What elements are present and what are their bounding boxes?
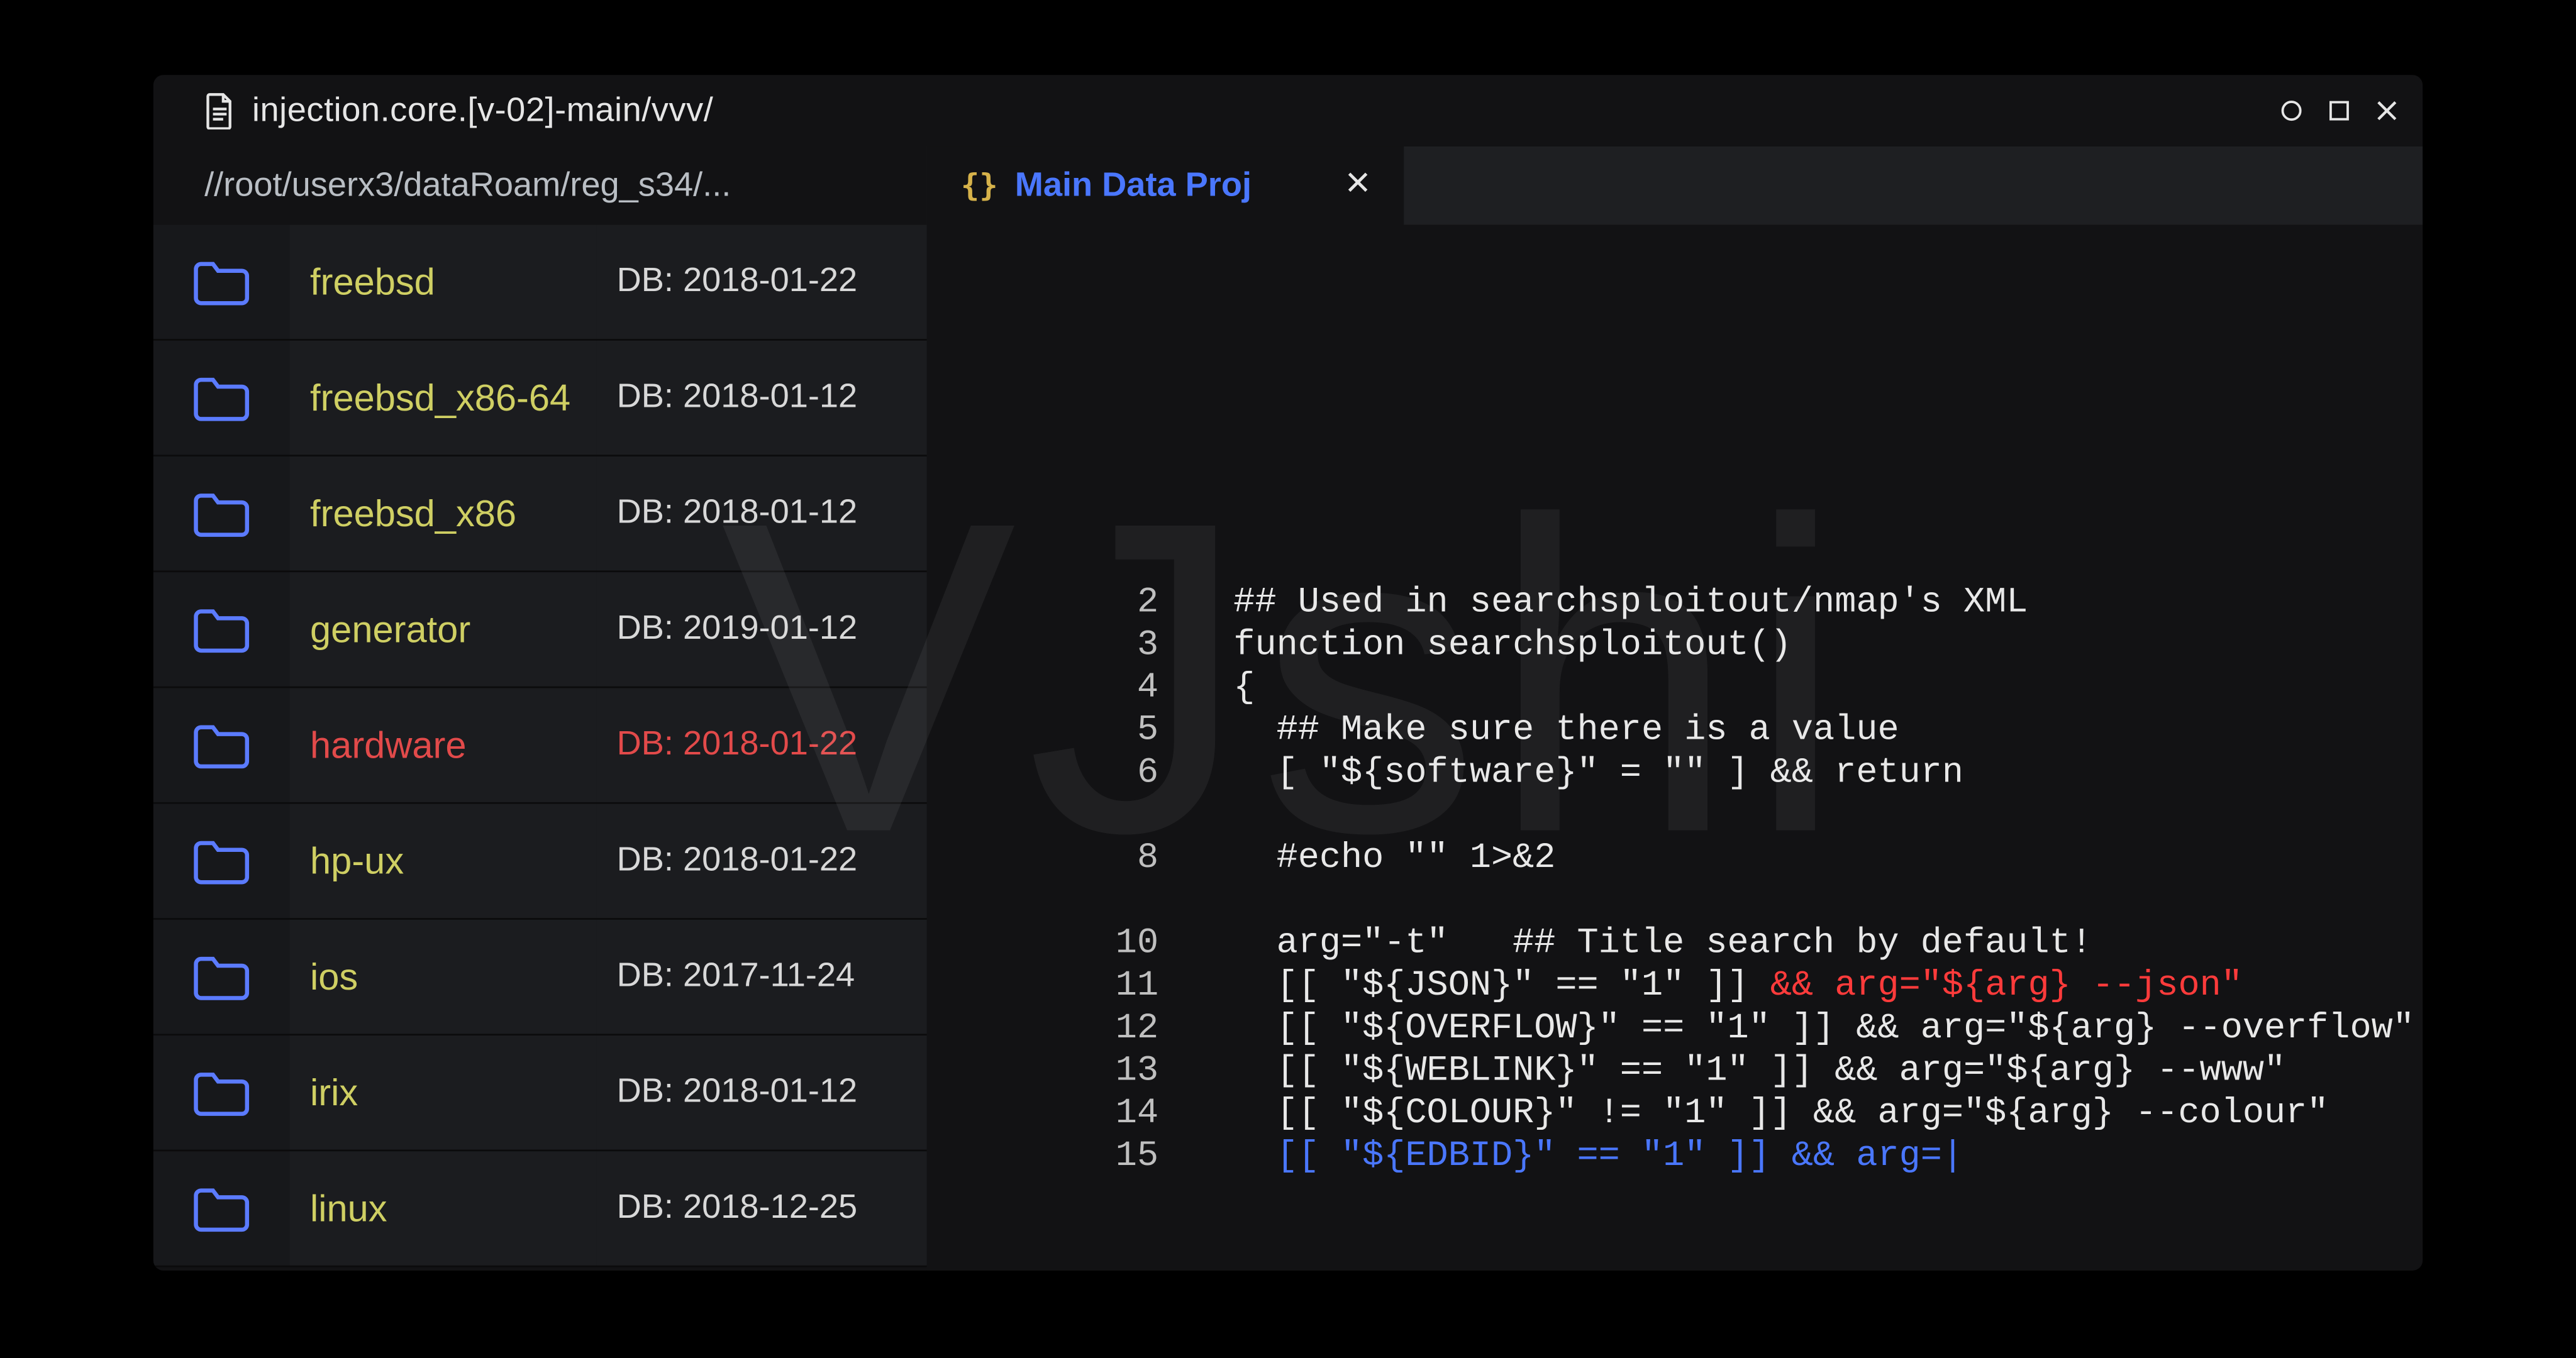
sidebar-item-label: freebsd [290,225,597,340]
window-maximize-button[interactable] [2327,99,2351,123]
folder-icon [153,1152,290,1266]
folder-icon [153,456,290,571]
folder-icon [153,573,290,687]
code-line: ## Make sure there is a value [1233,710,2423,753]
folder-icon [153,804,290,919]
line-number: 4 [927,668,1176,710]
line-number: 13 [927,1051,1176,1094]
sidebar-item-irix[interactable]: irixDB: 2018-01-12 [153,1036,927,1152]
sidebar: freebsdDB: 2018-01-22freebsd_x86-64DB: 2… [153,225,927,1271]
code-line: [[ "${COLOUR}" != "1" ]] && arg="${arg} … [1233,1094,2423,1137]
code-line: [[ "${OVERFLOW}" == "1" ]] && arg="${arg… [1233,1008,2423,1051]
line-number [927,796,1176,839]
folder-icon [153,225,290,340]
sidebar-item-label: linux [290,1152,597,1266]
sidebar-item-meta: DB: 2018-01-12 [596,1036,927,1151]
sidebar-item-generator[interactable]: generatorDB: 2019-01-12 [153,573,927,688]
braces-icon: {} [961,168,998,204]
sidebar-item-meta: DB: 2018-12-25 [596,1152,927,1266]
sidebar-item-meta: DB: 2018-01-22 [596,804,927,919]
sidebar-item-label: hardware [290,688,597,803]
sidebar-item-hardware[interactable]: hardwareDB: 2018-01-22 [153,688,927,804]
sidebar-item-meta: DB: 2018-01-22 [596,688,927,803]
code-line: [[ "${EDBID}" == "1" ]] && arg=| [1233,1136,2423,1179]
window-title: injection.core.[v-02]-main/vvv/ [252,91,713,130]
code-editor[interactable]: 23456 8 101112131415 ## Used in searchsplo… [927,225,2423,1271]
folder-icon [153,1036,290,1151]
editor-content: ## Used in searchsploitout/nmap's XMLfun… [1233,225,2423,1271]
tab-main-data-proj[interactable]: {} Main Data Proj [927,146,1404,225]
tab-close-button[interactable] [1346,170,1370,202]
app-window: injection.core.[v-02]-main/vvv/ //root/u… [153,75,2423,1271]
sidebar-item-freebsd-x86[interactable]: freebsd_x86DB: 2018-01-12 [153,456,927,572]
sidebar-item-meta: DB: 2019-01-12 [596,573,927,687]
breadcrumb-path: //root/userx3/dataRoam/reg_s34/... [204,167,731,206]
sidebar-item-label: freebsd_x86-64 [290,341,597,455]
sidebar-item-linux[interactable]: linuxDB: 2018-12-25 [153,1152,927,1267]
folder-icon [153,920,290,1034]
sidebar-item-meta: DB: 2018-01-22 [596,225,927,340]
line-number: 8 [927,838,1176,881]
code-line [1233,796,2423,839]
tab-strip: {} Main Data Proj [927,146,2423,225]
document-icon [204,92,235,130]
code-line: { [1233,668,2423,710]
code-line: function searchsploitout() [1233,626,2423,668]
sidebar-item-ios[interactable]: iosDB: 2017-11-24 [153,920,927,1035]
tab-label: Main Data Proj [1015,167,1252,206]
line-number: 12 [927,1008,1176,1051]
sidebar-item-freebsd[interactable]: freebsdDB: 2018-01-22 [153,225,927,341]
sidebar-item-label: ios [290,920,597,1034]
window-close-button[interactable] [2375,99,2399,123]
code-line: [[ "${JSON}" == "1" ]] && arg="${arg} --… [1233,966,2423,1008]
window-minimize-button[interactable] [2280,99,2304,123]
sidebar-item-meta: DB: 2018-01-12 [596,341,927,455]
sidebar-item-meta: DB: 2017-11-24 [596,920,927,1034]
code-line [1233,881,2423,924]
line-number [927,881,1176,924]
code-line: [[ "${WEBLINK}" == "1" ]] && arg="${arg}… [1233,1051,2423,1094]
code-line: [ "${software}" = "" ] && return [1233,753,2423,796]
sidebar-item-freebsd-x86-64[interactable]: freebsd_x86-64DB: 2018-01-12 [153,341,927,456]
line-number: 5 [927,710,1176,753]
code-line: #echo "" 1>&2 [1233,838,2423,881]
sidebar-item-label: generator [290,573,597,687]
code-line: ## Used in searchsploitout/nmap's XML [1233,583,2423,626]
sidebar-item-label: hp-ux [290,804,597,919]
sidebar-item-meta: DB: 2018-01-12 [596,456,927,571]
sidebar-item-label: irix [290,1036,597,1151]
line-number: 10 [927,924,1176,966]
sidebar-item-hp-ux[interactable]: hp-uxDB: 2018-01-22 [153,804,927,920]
line-number: 15 [927,1136,1176,1179]
code-line: arg="-t" ## Title search by default! [1233,924,2423,966]
folder-icon [153,688,290,803]
breadcrumb[interactable]: //root/userx3/dataRoam/reg_s34/... [153,146,927,225]
titlebar: injection.core.[v-02]-main/vvv/ [153,75,2423,147]
folder-icon [153,341,290,455]
line-number: 2 [927,583,1176,626]
line-number: 6 [927,753,1176,796]
sidebar-item-label: freebsd_x86 [290,456,597,571]
editor-gutter: 23456 8 101112131415 [927,225,1176,1271]
line-number: 14 [927,1094,1176,1137]
line-number: 3 [927,626,1176,668]
line-number: 11 [927,966,1176,1008]
